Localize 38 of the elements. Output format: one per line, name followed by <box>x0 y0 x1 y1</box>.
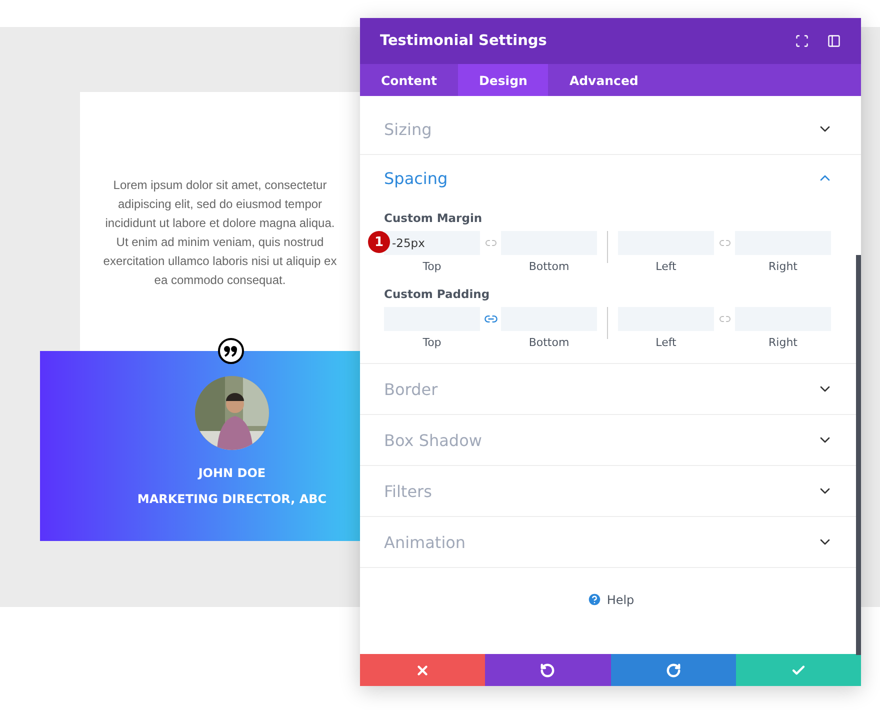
help-link[interactable]: Help <box>606 592 634 606</box>
testimonial-text: Lorem ipsum dolor sit amet, consectetur adipiscing elit, sed do eiusmod tempor incididunt ut labore et dolore magna aliqua. Ut enim ad minim veniam, quis nostrud exercitation ullamco laboris nisi ut aliquip ex ea commodo consequat. <box>102 177 338 289</box>
group-label: Custom Margin <box>384 211 484 225</box>
check-icon <box>790 662 806 678</box>
section-header[interactable]: Filters <box>384 466 833 516</box>
input-field[interactable]: -25px <box>384 231 480 255</box>
close-icon <box>415 662 430 678</box>
help-icon[interactable] <box>586 592 602 607</box>
modal-title: Testimonial Settings <box>380 33 548 49</box>
person-role: MARKETING DIRECTOR, ABC <box>137 492 327 506</box>
fullscreen-icon[interactable] <box>795 34 809 48</box>
section-header[interactable]: Animation <box>384 517 833 567</box>
person-name: JOHN DOE <box>198 466 266 480</box>
unlink-icon <box>484 237 496 249</box>
undo-icon <box>540 662 556 678</box>
field-label: Bottom <box>528 336 570 349</box>
tab[interactable]: Advanced <box>548 64 660 96</box>
field-label: Top <box>422 260 442 273</box>
section-header[interactable]: Border <box>384 364 833 414</box>
undo-button[interactable] <box>485 654 610 686</box>
section-header[interactable]: Box Shadow <box>384 415 833 465</box>
field-label: Right <box>768 260 798 273</box>
redo-button[interactable] <box>610 654 736 686</box>
section-header[interactable]: Spacing <box>384 155 833 211</box>
field-label: Right <box>768 336 798 349</box>
group-label: Custom Padding <box>384 287 491 301</box>
tab[interactable]: Design <box>458 64 548 96</box>
field-label: Top <box>422 336 442 349</box>
unlink-icon <box>718 237 730 249</box>
section-header[interactable]: Sizing <box>384 104 833 154</box>
field-label: Bottom <box>528 260 570 273</box>
scrollbar[interactable] <box>856 255 861 655</box>
field-label: Left <box>656 260 676 273</box>
redo-icon <box>666 662 681 678</box>
field-label: Left <box>656 336 676 349</box>
unlink-icon <box>718 313 730 325</box>
sidebar-icon[interactable] <box>827 34 841 48</box>
tab[interactable]: Content <box>360 64 458 96</box>
